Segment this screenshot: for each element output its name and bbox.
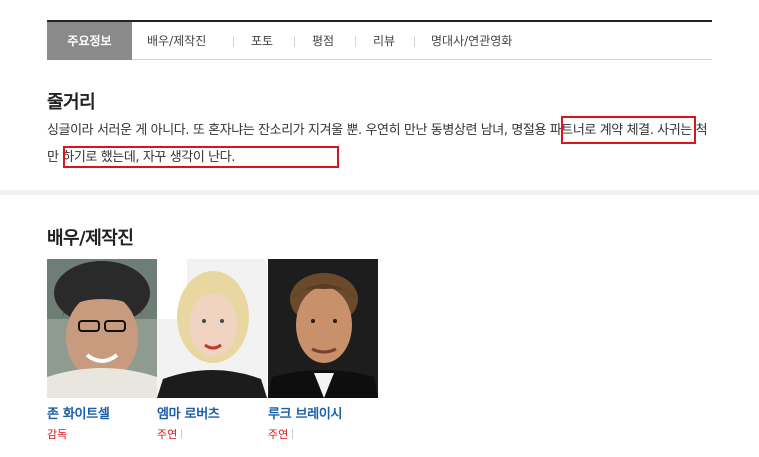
section-divider — [0, 190, 759, 195]
highlight-box-contract — [561, 116, 696, 144]
director-photo[interactable] — [47, 259, 157, 398]
actress-photo[interactable] — [157, 259, 267, 398]
tab-quotes-related[interactable]: 명대사/연관영화 — [431, 22, 512, 60]
cast-name-link[interactable]: 루크 브레이시 — [268, 403, 378, 422]
tab-rating[interactable]: 평점 — [312, 22, 334, 60]
cast-card: 존 화이트셀 감독 — [47, 259, 157, 442]
synopsis-title: 줄거리 — [47, 92, 96, 113]
cast-role-label: 감독 — [47, 428, 68, 441]
tab-review[interactable]: 리뷰 — [373, 22, 395, 60]
cast-name-link[interactable]: 존 화이트셀 — [47, 403, 157, 422]
cast-card: 엠마 로버츠 주연 — [157, 259, 267, 442]
tab-cast-crew[interactable]: 배우/제작진 — [147, 22, 206, 60]
role-separator — [292, 429, 294, 439]
cast-name-link[interactable]: 엠마 로버츠 — [157, 403, 267, 422]
synopsis-text-part1: 싱글이라 서러운 게 아니다. 또 혼자냐는 잔소리가 지겨울 뿐. 우연히 만… — [47, 123, 512, 138]
cast-role: 감독 — [47, 426, 157, 442]
cast-role: 주연 — [157, 426, 267, 442]
cast-card: 루크 브레이시 주연 — [268, 259, 378, 442]
highlight-box-pretend — [63, 146, 339, 168]
actor-photo[interactable] — [268, 259, 378, 398]
cast-role-label: 주연 — [268, 428, 289, 441]
tab-separator — [233, 36, 234, 47]
tab-main-info[interactable]: 주요정보 — [47, 22, 132, 60]
tab-photo[interactable]: 포토 — [251, 22, 273, 60]
tab-separator — [294, 36, 295, 47]
cast-role: 주연 — [268, 426, 378, 442]
cast-section-title: 배우/제작진 — [47, 228, 134, 249]
movie-info-tabs: 주요정보 배우/제작진 포토 평점 리뷰 명대사/연관영화 — [47, 20, 712, 60]
tab-separator — [414, 36, 415, 47]
cast-role-label: 주연 — [157, 428, 178, 441]
role-separator — [181, 429, 183, 439]
tab-separator — [355, 36, 356, 47]
